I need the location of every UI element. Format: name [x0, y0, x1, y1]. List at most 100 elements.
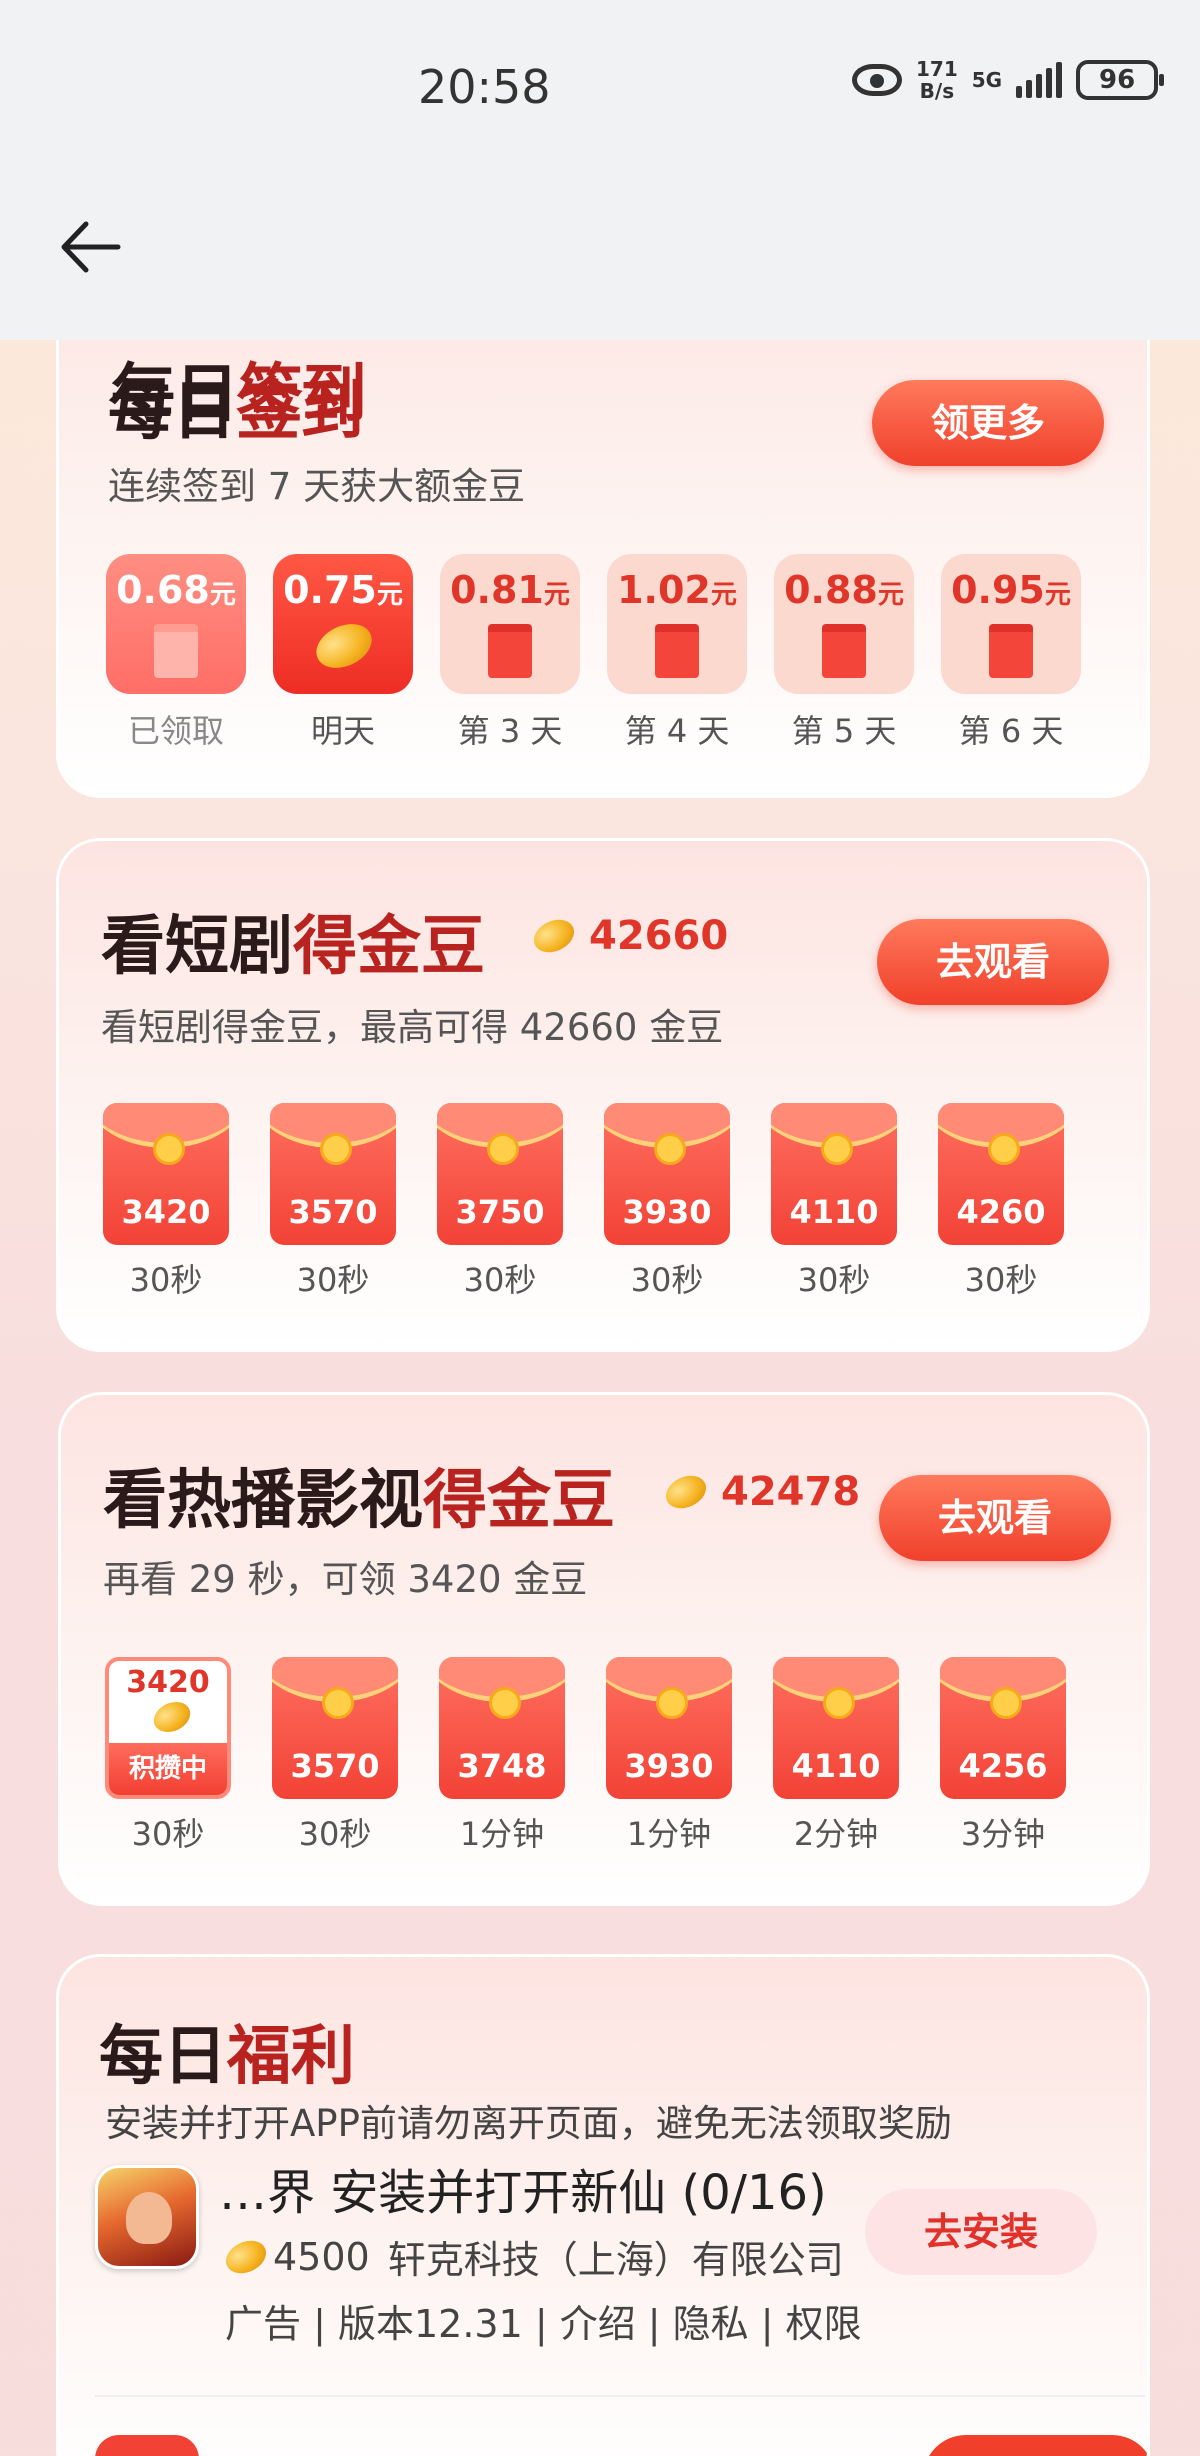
red-envelope[interactable]: 3930 — [606, 1657, 732, 1799]
signin-title-visible: 每日签到 — [108, 360, 364, 452]
reward-item: 4260 30秒 — [938, 1103, 1064, 1301]
red-envelope[interactable]: 3750 — [437, 1103, 563, 1245]
welfare-title-a: 每日 — [99, 2020, 227, 2094]
reward-item: 3420 积攒中 30秒 — [105, 1657, 231, 1855]
signin-subtitle-visible: 连续签到 7 天获大额金豆 — [108, 465, 526, 508]
reward-duration: 30秒 — [797, 1261, 871, 1299]
red-envelope[interactable]: 4260 — [938, 1103, 1064, 1245]
hotvideo-rewards: 3420 积攒中 30秒 3570 30秒 3748 1分钟 3930 1分钟 4110 2分… — [105, 1657, 1066, 1855]
reward-value: 3570 — [290, 1747, 380, 1785]
shortdrama-coins: 42660 — [528, 913, 729, 959]
reward-value: 4260 — [956, 1193, 1046, 1231]
battery-icon: 96 — [1076, 60, 1165, 100]
saving-envelope[interactable]: 3420 积攒中 — [105, 1657, 231, 1799]
app-company: 轩克科技（上海）有限公司 — [387, 2238, 844, 2282]
signin-day-tile[interactable]: 0.95元 — [941, 554, 1081, 694]
signin-day-tile[interactable]: 0.88元 — [774, 554, 914, 694]
signin-day-amount: 0.81元 — [440, 568, 580, 612]
reward-item: 3570 30秒 — [270, 1103, 396, 1301]
signin-day-amount: 1.02元 — [607, 568, 747, 612]
signin-day[interactable]: 0.88元第 5 天 — [774, 554, 914, 752]
gold-bean-icon — [148, 1696, 196, 1738]
app-links[interactable]: 广告 | 版本12.31 | 介绍 | 隐私 | 权限 — [225, 2293, 862, 2348]
red-envelope[interactable]: 4110 — [773, 1657, 899, 1799]
shortdrama-rewards: 3420 30秒 3570 30秒 3750 30秒 3930 30秒 4110 30秒 4260 3… — [103, 1103, 1064, 1301]
app-title[interactable]: …界 安装并打开新仙 (0/16) — [219, 2153, 827, 2223]
red-envelope[interactable]: 4110 — [771, 1103, 897, 1245]
hotvideo-note: *爱奇艺、央视频相关内容暂不支持计入任务时长统计 — [105, 1897, 763, 1903]
network-speed: 171 B/s — [916, 58, 958, 102]
reward-value: 3930 — [624, 1747, 714, 1785]
signin-day-unit: 元 — [710, 580, 737, 610]
red-envelope[interactable]: 3570 — [272, 1657, 398, 1799]
signin-day[interactable]: 0.81元第 3 天 — [440, 554, 580, 752]
signin-day-label: 第 4 天 — [624, 712, 730, 750]
red-envelope[interactable]: 3748 — [439, 1657, 565, 1799]
top-bar: 20:58 171 B/s 5G 96 — [0, 0, 1200, 340]
shortdrama-title-a: 看短剧 — [101, 910, 293, 984]
hotvideo-title: 看热播影视得金豆 — [103, 1449, 615, 1541]
signin-day-tile[interactable]: 0.75元 — [273, 554, 413, 694]
hotvideo-coins-value: 42478 — [721, 1469, 861, 1515]
signin-day[interactable]: 0.68元已领取 — [106, 554, 246, 752]
hotvideo-watch-button[interactable]: 去观看 — [879, 1475, 1111, 1561]
shortdrama-coins-value: 42660 — [589, 913, 729, 959]
signin-day-value: 1.02 — [617, 568, 711, 612]
signin-day-label: 已领取 — [127, 712, 224, 750]
signin-day[interactable]: 0.75元明天 — [273, 554, 413, 752]
hotvideo-coins: 42478 — [660, 1469, 861, 1515]
reward-value: 3420 — [121, 1193, 211, 1231]
signin-day-tile[interactable]: 1.02元 — [607, 554, 747, 694]
hotvideo-title-a: 看热播影视 — [103, 1464, 423, 1538]
signin-more-button-visible[interactable]: 领更多 — [872, 380, 1104, 466]
signin-day-label: 第 3 天 — [457, 712, 563, 750]
divider — [95, 2395, 1145, 2397]
next-app-icon[interactable] — [95, 2435, 199, 2456]
signin-day-value: 0.81 — [450, 568, 544, 612]
next-app-button[interactable] — [923, 2435, 1147, 2456]
reward-value: 3748 — [457, 1747, 547, 1785]
signin-day-unit: 元 — [209, 580, 236, 610]
reward-value: 4110 — [789, 1193, 879, 1231]
reward-item: 3930 1分钟 — [606, 1657, 732, 1855]
reward-value: 4110 — [791, 1747, 881, 1785]
red-envelope[interactable]: 3930 — [604, 1103, 730, 1245]
reward-item: 3570 30秒 — [272, 1657, 398, 1855]
signin-day[interactable]: 0.95元第 6 天 — [941, 554, 1081, 752]
signin-day-tile[interactable]: 0.68元 — [106, 554, 246, 694]
app-reward: 4500 — [273, 2234, 370, 2279]
signin-day-unit: 元 — [376, 580, 403, 610]
signin-day-unit: 元 — [877, 580, 904, 610]
signin-day-tile[interactable]: 0.81元 — [440, 554, 580, 694]
reward-duration: 30秒 — [129, 1261, 203, 1299]
reward-item: 3930 30秒 — [604, 1103, 730, 1301]
signin-day-label: 第 5 天 — [791, 712, 897, 750]
hotvideo-card: 看热播影视得金豆 42478 去观看 再看 29 秒，可领 3420 金豆 34… — [58, 1392, 1150, 1906]
red-envelope[interactable]: 4256 — [940, 1657, 1066, 1799]
reward-duration: 2分钟 — [793, 1815, 879, 1853]
signin-day-label: 明天 — [310, 712, 375, 750]
red-envelope[interactable]: 3570 — [270, 1103, 396, 1245]
hotvideo-title-b: 得金豆 — [423, 1464, 615, 1538]
install-button[interactable]: 去安装 — [865, 2189, 1097, 2275]
red-envelope-icon — [822, 624, 866, 678]
status-icons: 171 B/s 5G 96 — [852, 58, 1165, 102]
signal-icon — [1016, 62, 1063, 98]
shortdrama-card: 看短剧得金豆 42660 去观看 看短剧得金豆，最高可得 42660 金豆 34… — [56, 838, 1150, 1352]
app-icon[interactable] — [95, 2165, 199, 2269]
signin-day-amount: 0.68元 — [106, 568, 246, 612]
reward-item: 4256 3分钟 — [940, 1657, 1066, 1855]
signin-day-unit: 元 — [1044, 580, 1071, 610]
red-envelope[interactable]: 3420 — [103, 1103, 229, 1245]
gold-bean-icon — [528, 913, 580, 959]
welfare-card: 每日福利 安装并打开APP前请勿离开页面，避免无法领取奖励 …界 安装并打开新仙… — [56, 1954, 1150, 2456]
back-arrow-icon[interactable] — [56, 212, 126, 282]
speed-unit: B/s — [919, 79, 955, 103]
signin-day-value: 0.88 — [784, 568, 878, 612]
reward-duration: 30秒 — [296, 1261, 370, 1299]
signin-day[interactable]: 1.02元第 4 天 — [607, 554, 747, 752]
reward-value: 4256 — [958, 1747, 1048, 1785]
shortdrama-watch-button[interactable]: 去观看 — [877, 919, 1109, 1005]
signin-title-b-visible: 签到 — [236, 375, 364, 449]
red-envelope-icon — [989, 624, 1033, 678]
